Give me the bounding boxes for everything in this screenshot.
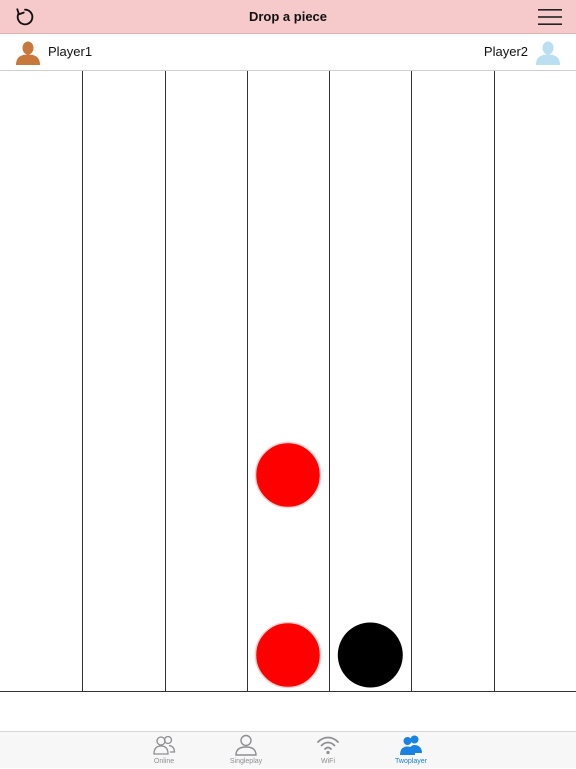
players-bar: Player1 Player2 [0,34,576,71]
board-column-2[interactable] [82,71,164,691]
hamburger-menu-icon[interactable] [538,8,562,26]
page-title: Drop a piece [248,9,328,24]
player1-name: Player1 [48,44,93,59]
board-footer-area [0,691,576,731]
player2-name: Player2 [483,44,528,59]
board-column-1[interactable] [0,71,82,691]
tab-twoplayer-label: Twoplayer [395,758,427,765]
tab-online-label: Online [153,758,175,765]
two-users-icon [400,735,422,755]
tab-singleplay-label: Singleplay [229,758,263,765]
board-column-3[interactable] [165,71,247,691]
wifi-icon [317,736,339,755]
player1-avatar-icon [16,41,40,65]
game-board [0,71,576,691]
online-users-icon [153,735,176,755]
tab-online[interactable]: Online [123,732,205,769]
single-user-icon [235,734,257,756]
player2-avatar-icon [536,41,560,65]
tab-singleplay[interactable]: Singleplay [205,732,287,769]
tab-bar: Online Singleplay WiFi Twoplayer [0,731,576,768]
tab-wifi[interactable]: WiFi [287,732,369,769]
board-column-6[interactable] [411,71,493,691]
navigation-bar: Drop a piece [0,0,576,34]
board-column-5[interactable] [329,71,411,691]
board-column-4[interactable] [247,71,329,691]
board-column-7[interactable] [494,71,576,691]
tab-twoplayer[interactable]: Twoplayer [370,732,452,769]
tab-wifi-label: WiFi [321,758,335,765]
